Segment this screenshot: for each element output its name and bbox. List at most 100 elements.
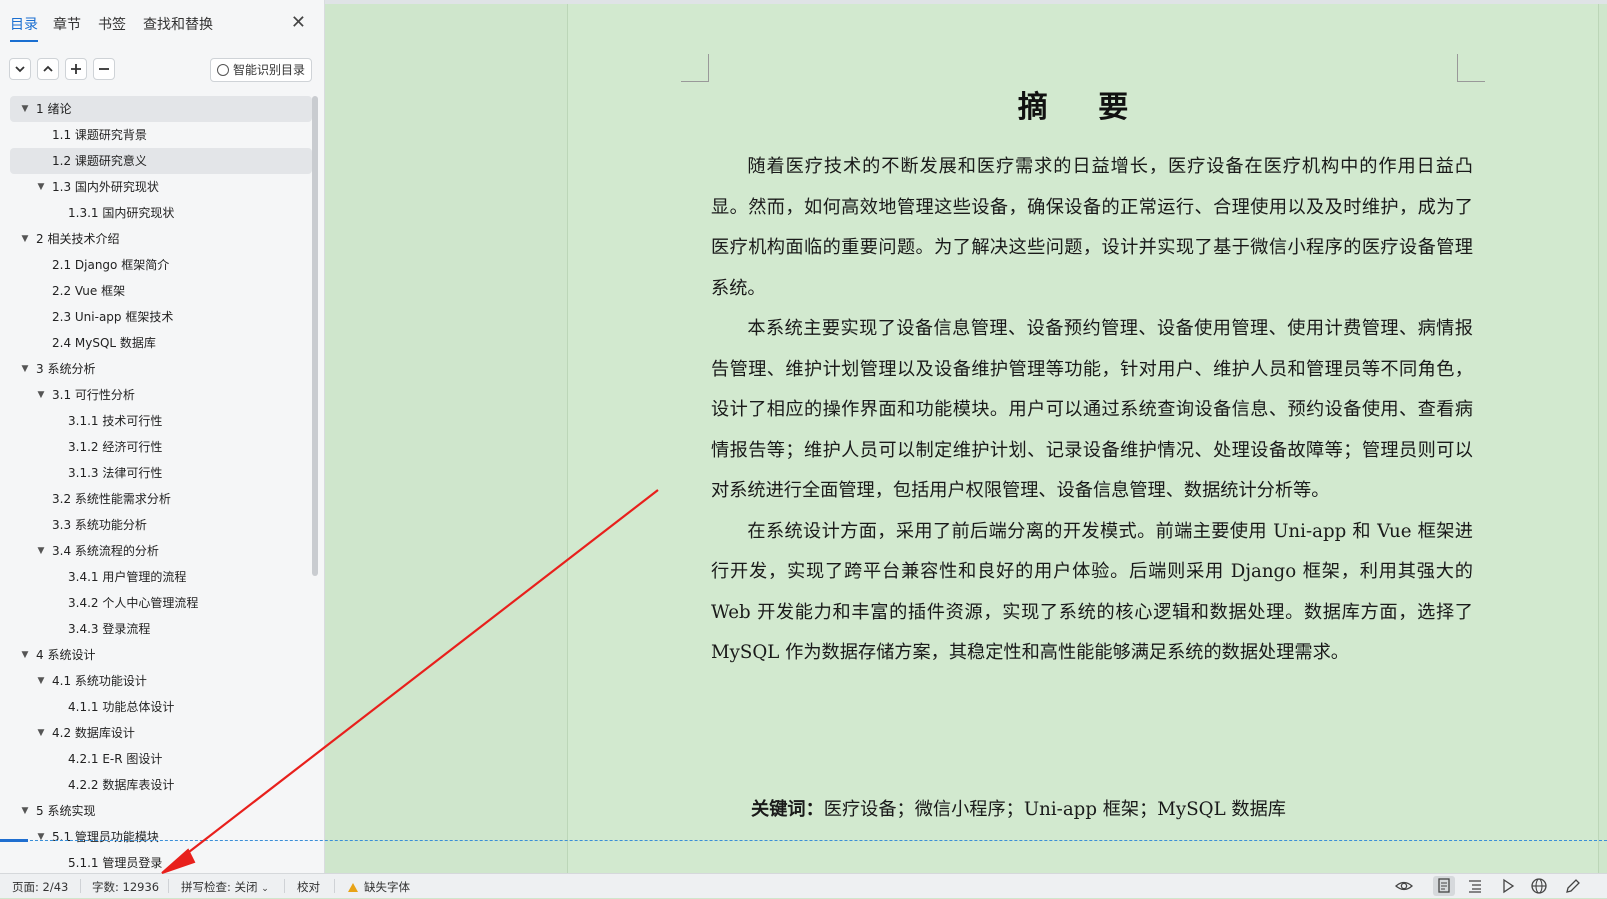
toc-item[interactable]: 3.4.1 用户管理的流程: [10, 564, 312, 590]
expand-arrow-icon[interactable]: ▼: [20, 356, 30, 382]
page-view-icon[interactable]: [1433, 876, 1455, 896]
abstract-paragraph-3: 在系统设计方面，采用了前后端分离的开发模式。前端主要使用 Uni-app 和 V…: [711, 520, 1473, 664]
toc-item[interactable]: ▼ 4 系统设计: [10, 642, 312, 668]
toc-item-label: 2.4 MySQL 数据库: [52, 336, 156, 350]
toc-item-label: 5.1 管理员功能模块: [52, 830, 159, 844]
toc-item-label: 1.2 课题研究意义: [52, 154, 147, 168]
expand-arrow-icon[interactable]: ▼: [36, 538, 46, 564]
abstract-body: 随着医疗技术的不断发展和医疗需求的日益增长，医疗设备在医疗机构中的作用日益凸显。…: [711, 147, 1473, 674]
toc-item[interactable]: ▼ 2 相关技术介绍: [10, 226, 312, 252]
abstract-paragraph-1: 随着医疗技术的不断发展和医疗需求的日益增长，医疗设备在医疗机构中的作用日益凸显。…: [711, 156, 1473, 299]
tab-chapters[interactable]: 章节: [53, 14, 81, 40]
page-break-line: [0, 840, 1607, 841]
toc-item-label: 1.3.1 国内研究现状: [68, 206, 175, 220]
toc-item[interactable]: 1.1 课题研究背景: [10, 122, 312, 148]
toc-item-label: 4.2.2 数据库表设计: [68, 778, 175, 792]
toc-toolbar: 智能识别目录: [0, 56, 324, 86]
chevron-down-icon[interactable]: [9, 58, 31, 80]
toc-item[interactable]: ▼ 1.3 国内外研究现状: [10, 174, 312, 200]
keywords-text: 医疗设备；微信小程序；Uni-app 框架；MySQL 数据库: [823, 799, 1286, 820]
toc-item[interactable]: 4.2.2 数据库表设计: [10, 772, 312, 798]
tab-bookmarks[interactable]: 书签: [98, 14, 126, 40]
toc-item[interactable]: 2.1 Django 框架简介: [10, 252, 312, 278]
status-divider: [284, 879, 285, 893]
sidebar-tabs: 目录 章节 书签 查找和替换 ✕: [0, 0, 324, 52]
outline-view-icon[interactable]: [1466, 877, 1484, 895]
toc-item[interactable]: 3.4.2 个人中心管理流程: [10, 590, 312, 616]
toc-scrollbar[interactable]: [312, 96, 318, 576]
document-area: 摘 要 随着医疗技术的不断发展和医疗需求的日益增长，医疗设备在医疗机构中的作用日…: [325, 0, 1607, 873]
minus-icon[interactable]: [93, 58, 115, 80]
toc-item[interactable]: 1.2 课题研究意义: [10, 148, 312, 174]
toc-item[interactable]: 3.1.2 经济可行性: [10, 434, 312, 460]
spellcheck-label: 拼写检查: 关闭: [181, 880, 258, 894]
expand-arrow-icon[interactable]: ▼: [20, 226, 30, 252]
plus-icon[interactable]: [65, 58, 87, 80]
toc-item[interactable]: 2.2 Vue 框架: [10, 278, 312, 304]
expand-arrow-icon[interactable]: ▼: [36, 174, 46, 200]
expand-arrow-icon[interactable]: ▼: [20, 798, 30, 824]
toc-item[interactable]: 3.4.3 登录流程: [10, 616, 312, 642]
toc-item[interactable]: 4.2.1 E-R 图设计: [10, 746, 312, 772]
toc-item[interactable]: 5.1.1 管理员登录: [10, 850, 312, 873]
toc-sidebar: 目录 章节 书签 查找和替换 ✕ 智能识别目录 ▼ 1 绪论 1.1 课题研究背景 1…: [0, 0, 325, 873]
toc-item[interactable]: ▼ 3.1 可行性分析: [10, 382, 312, 408]
spellcheck-toggle[interactable]: 拼写检查: 关闭 ⌄: [181, 879, 269, 895]
proofread-button[interactable]: 校对: [297, 879, 320, 895]
keywords-line: 关键词：医疗设备；微信小程序；Uni-app 框架；MySQL 数据库: [751, 795, 1286, 821]
smart-toc-label: 智能识别目录: [232, 63, 305, 77]
toc-item-label: 4.1 系统功能设计: [52, 674, 147, 688]
toc-item[interactable]: 3.2 系统性能需求分析: [10, 486, 312, 512]
crop-mark-top-left: [681, 54, 709, 82]
missing-font-button[interactable]: 缺失字体: [348, 879, 410, 895]
smart-recognize-icon: [216, 64, 229, 76]
expand-arrow-icon[interactable]: ▼: [36, 668, 46, 694]
toc-item-label: 1 绪论: [36, 102, 72, 116]
expand-arrow-icon[interactable]: ▼: [20, 96, 30, 122]
toc-item-label: 2.2 Vue 框架: [52, 284, 126, 298]
eye-icon[interactable]: [1395, 877, 1413, 895]
smart-toc-button[interactable]: 智能识别目录: [209, 58, 312, 82]
toc-item-label: 5 系统实现: [36, 804, 96, 818]
toc-item[interactable]: 3.3 系统功能分析: [10, 512, 312, 538]
toc-item[interactable]: ▼ 1 绪论: [10, 96, 312, 122]
status-divider: [334, 879, 335, 893]
expand-arrow-icon[interactable]: ▼: [36, 824, 46, 850]
toc-item[interactable]: 4.1.1 功能总体设计: [10, 694, 312, 720]
abstract-paragraph-2: 本系统主要实现了设备信息管理、设备预约管理、设备使用管理、使用计费管理、病情报告…: [711, 318, 1473, 501]
toc-item-label: 3.4.2 个人中心管理流程: [68, 596, 199, 610]
toc-item[interactable]: 3.1.3 法律可行性: [10, 460, 312, 486]
toc-item[interactable]: ▼ 4.2 数据库设计: [10, 720, 312, 746]
word-count[interactable]: 字数: 12936: [92, 879, 159, 895]
toc-item[interactable]: 3.1.1 技术可行性: [10, 408, 312, 434]
toc-item[interactable]: ▼ 3.4 系统流程的分析: [10, 538, 312, 564]
status-divider: [80, 879, 81, 893]
tab-toc[interactable]: 目录: [10, 14, 38, 42]
expand-arrow-icon[interactable]: ▼: [36, 720, 46, 746]
toc-item-label: 1.1 课题研究背景: [52, 128, 147, 142]
tab-find-replace[interactable]: 查找和替换: [143, 14, 213, 40]
toc-item[interactable]: 1.3.1 国内研究现状: [10, 200, 312, 226]
toc-item[interactable]: 2.3 Uni-app 框架技术: [10, 304, 312, 330]
play-icon[interactable]: [1499, 877, 1517, 895]
toc-item[interactable]: ▼ 4.1 系统功能设计: [10, 668, 312, 694]
page-indicator[interactable]: 页面: 2/43: [12, 879, 68, 895]
toc-item[interactable]: ▼ 3 系统分析: [10, 356, 312, 382]
pen-icon[interactable]: [1564, 877, 1582, 895]
warning-icon: [348, 883, 358, 892]
toc-item-label: 3.1 可行性分析: [52, 388, 135, 402]
toc-item[interactable]: ▼ 5.1 管理员功能模块: [10, 824, 312, 850]
toc-item-label: 3.1.3 法律可行性: [68, 466, 163, 480]
toc-item-label: 3.1.2 经济可行性: [68, 440, 163, 454]
toc-item-label: 2.1 Django 框架简介: [52, 258, 170, 272]
toc-item[interactable]: 2.4 MySQL 数据库: [10, 330, 312, 356]
chevron-up-icon[interactable]: [37, 58, 59, 80]
document-page[interactable]: 摘 要 随着医疗技术的不断发展和医疗需求的日益增长，医疗设备在医疗机构中的作用日…: [567, 4, 1599, 873]
status-bar: 页面: 2/43 字数: 12936 拼写检查: 关闭 ⌄ 校对 缺失字体: [0, 873, 1607, 898]
close-icon[interactable]: ✕: [291, 14, 306, 32]
toc-item-label: 2 相关技术介绍: [36, 232, 120, 246]
expand-arrow-icon[interactable]: ▼: [20, 642, 30, 668]
globe-icon[interactable]: [1530, 877, 1548, 895]
expand-arrow-icon[interactable]: ▼: [36, 382, 46, 408]
toc-item[interactable]: ▼ 5 系统实现: [10, 798, 312, 824]
